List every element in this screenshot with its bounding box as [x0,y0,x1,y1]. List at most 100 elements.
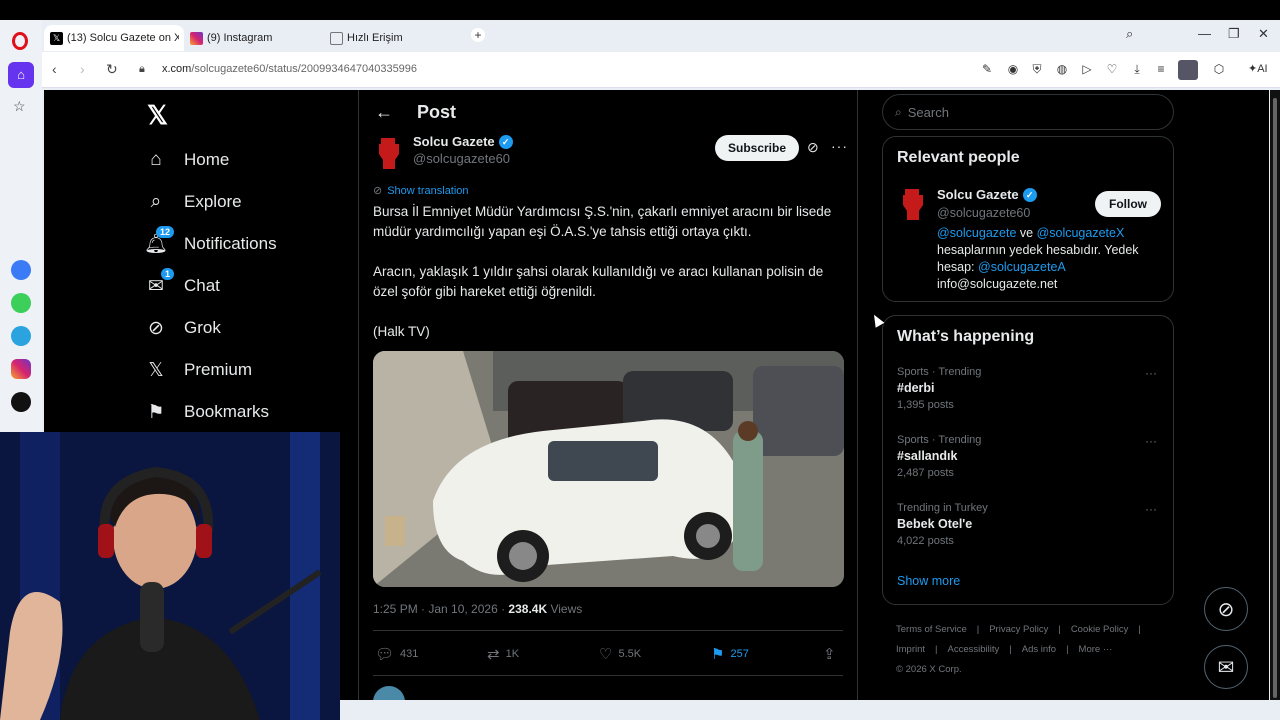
notification-badge: 12 [155,226,174,238]
verified-icon: ✓ [1022,187,1037,202]
show-more-link[interactable]: Show more [897,574,960,588]
messages-fab-icon[interactable]: ✉ [1204,645,1248,689]
relevant-people-card: Relevant people Solcu Gazete ✓ @solcugaze… [882,136,1174,302]
play-icon[interactable]: ▷ [1078,60,1096,78]
grok-fab-icon[interactable]: ⊘ [1204,587,1248,631]
heart-icon[interactable]: ♡ [1103,60,1121,78]
back-arrow-icon[interactable]: ← [375,102,393,123]
nav-home[interactable]: ⌂ Home [144,148,229,172]
nav-premium[interactable]: 𝕏 Premium [144,358,252,382]
download-icon[interactable]: ⤓ [1128,60,1146,78]
bio-link[interactable]: @solcugazeteA [978,260,1066,274]
share-button[interactable]: ⇪ [823,645,842,663]
tab-quick-access[interactable]: Hızlı Erişim [324,25,464,51]
nav-chat[interactable]: ✉ 1 Chat [144,268,220,298]
grok-icon[interactable]: ⊘ [807,139,819,156]
tab-label: Hızlı Erişim [347,32,403,44]
footer-link[interactable]: Accessibility [948,644,1000,655]
avatar[interactable] [375,136,403,170]
fist-icon [903,189,923,220]
bio-link[interactable]: @solcugazete [937,226,1016,240]
bell-icon: 🔔︎ 12 [144,226,174,256]
footer-link[interactable]: Cookie Policy [1071,624,1129,635]
trend-item[interactable]: Trending in Turkey Bebek Otel'e 4,022 po… [897,502,988,547]
search-input[interactable]: ⌕ Search [882,94,1174,130]
cube-icon[interactable]: ⬡ [1210,60,1228,78]
scrollbar[interactable] [1270,90,1280,700]
forward-icon[interactable]: › [80,61,85,77]
whatsapp-icon[interactable] [11,293,31,313]
nav-bookmarks[interactable]: ⚑ Bookmarks [144,400,269,424]
more-options-icon[interactable]: ··· [831,138,848,154]
subscribe-button[interactable]: Subscribe [715,135,799,161]
ai-icon: ✦ [1248,63,1258,75]
messenger-icon[interactable] [11,260,31,280]
nav-label: Home [184,150,230,169]
camera-icon[interactable]: ◉ [1004,60,1022,78]
trend-item[interactable]: Sports · Trending #derbi 1,395 posts [897,366,981,411]
instagram-icon[interactable] [11,359,31,379]
nav-notifications[interactable]: 🔔︎ 12 Notifications [144,226,277,256]
ai-button[interactable]: ✦AI [1248,62,1268,75]
trend-item[interactable]: Sports · Trending #sallandık 2,487 posts [897,434,981,479]
tab-x[interactable]: 𝕏 (13) Solcu Gazete on X: "B [44,25,184,51]
trend-count: 4,022 posts [897,535,954,547]
menu-icon[interactable]: ≡ [1152,60,1170,78]
profile-avatar[interactable] [1178,60,1198,80]
back-icon[interactable]: ‹ [52,61,57,77]
restore-icon[interactable]: ❐ [1228,26,1240,42]
more-options-icon[interactable]: ··· [1145,434,1157,448]
bio-text: ve [1016,226,1037,240]
x-logo-icon[interactable]: 𝕏 [147,100,168,131]
reload-icon[interactable]: ↻ [106,61,118,78]
post-header: ← Post [375,102,456,123]
footer-link[interactable]: Privacy Policy [989,624,1048,635]
tiktok-icon[interactable] [11,392,31,412]
minimize-icon[interactable]: — [1198,26,1211,41]
avatar[interactable] [899,187,927,221]
tab-instagram[interactable]: (9) Instagram [184,25,324,51]
edit-icon[interactable]: ✎ [978,60,996,78]
close-window-icon[interactable]: ✕ [1258,26,1269,42]
telegram-icon[interactable] [11,326,31,346]
footer-link[interactable]: Ads info [1022,644,1056,655]
tweet-image[interactable] [373,351,844,587]
bio-link[interactable]: @solcugazeteX [1037,226,1125,240]
search-tabs-icon[interactable]: ⌕ [1126,26,1133,42]
nav-explore[interactable]: ⌕ Explore [144,190,242,214]
show-translation-link[interactable]: ⊘ Show translation [373,184,469,198]
vpn-icon[interactable]: ◍ [1053,60,1071,78]
footer-link[interactable]: Terms of Service [896,624,967,635]
author-handle: @solcugazete60 [413,151,511,166]
url-field[interactable]: x.com/solcugazete60/status/2009934647040… [162,63,417,75]
reply-count: 431 [400,648,419,660]
shield-icon[interactable]: ⛨ [1028,60,1046,78]
new-tab-icon[interactable]: + [471,28,485,42]
nav-grok[interactable]: ⊘ Grok [144,316,221,340]
post-author[interactable]: Solcu Gazete ✓ @solcugazete60 [413,134,513,166]
scrollbar-thumb[interactable] [1273,98,1277,698]
trend-category: Trending in Turkey [897,502,988,514]
relevant-name[interactable]: Solcu Gazete ✓ [937,187,1037,202]
like-button[interactable]: ♡ 5.5K [599,645,641,663]
reply-avatar[interactable] [373,686,405,700]
search-icon: ⌕ [150,191,162,212]
grok-icon: ⊘ [148,317,164,339]
bookmark-button[interactable]: ⚑ 257 [711,645,749,663]
more-options-icon[interactable]: ··· [1145,366,1157,380]
reply-button[interactable]: 💬︎ 431 [375,645,418,663]
post-time: 1:25 PM · Jan 10, 2026 · [373,602,509,616]
bookmark-icon: ⚑ [147,401,165,423]
footer-link[interactable]: More ··· [1079,644,1113,655]
follow-button[interactable]: Follow [1095,191,1161,217]
trend-title: #derbi [897,381,935,395]
repost-button[interactable]: ⇄ 1K [487,645,519,663]
verified-icon: ✓ [498,134,513,149]
more-options-icon[interactable]: ··· [1145,502,1157,516]
footer-separator: | [1058,624,1061,635]
home-icon: ⌂ [150,149,162,170]
home-icon[interactable]: ⌂ [8,62,34,88]
star-icon[interactable]: ☆ [13,98,26,115]
footer-link[interactable]: Imprint [896,644,925,655]
opera-logo-icon[interactable] [12,32,28,50]
